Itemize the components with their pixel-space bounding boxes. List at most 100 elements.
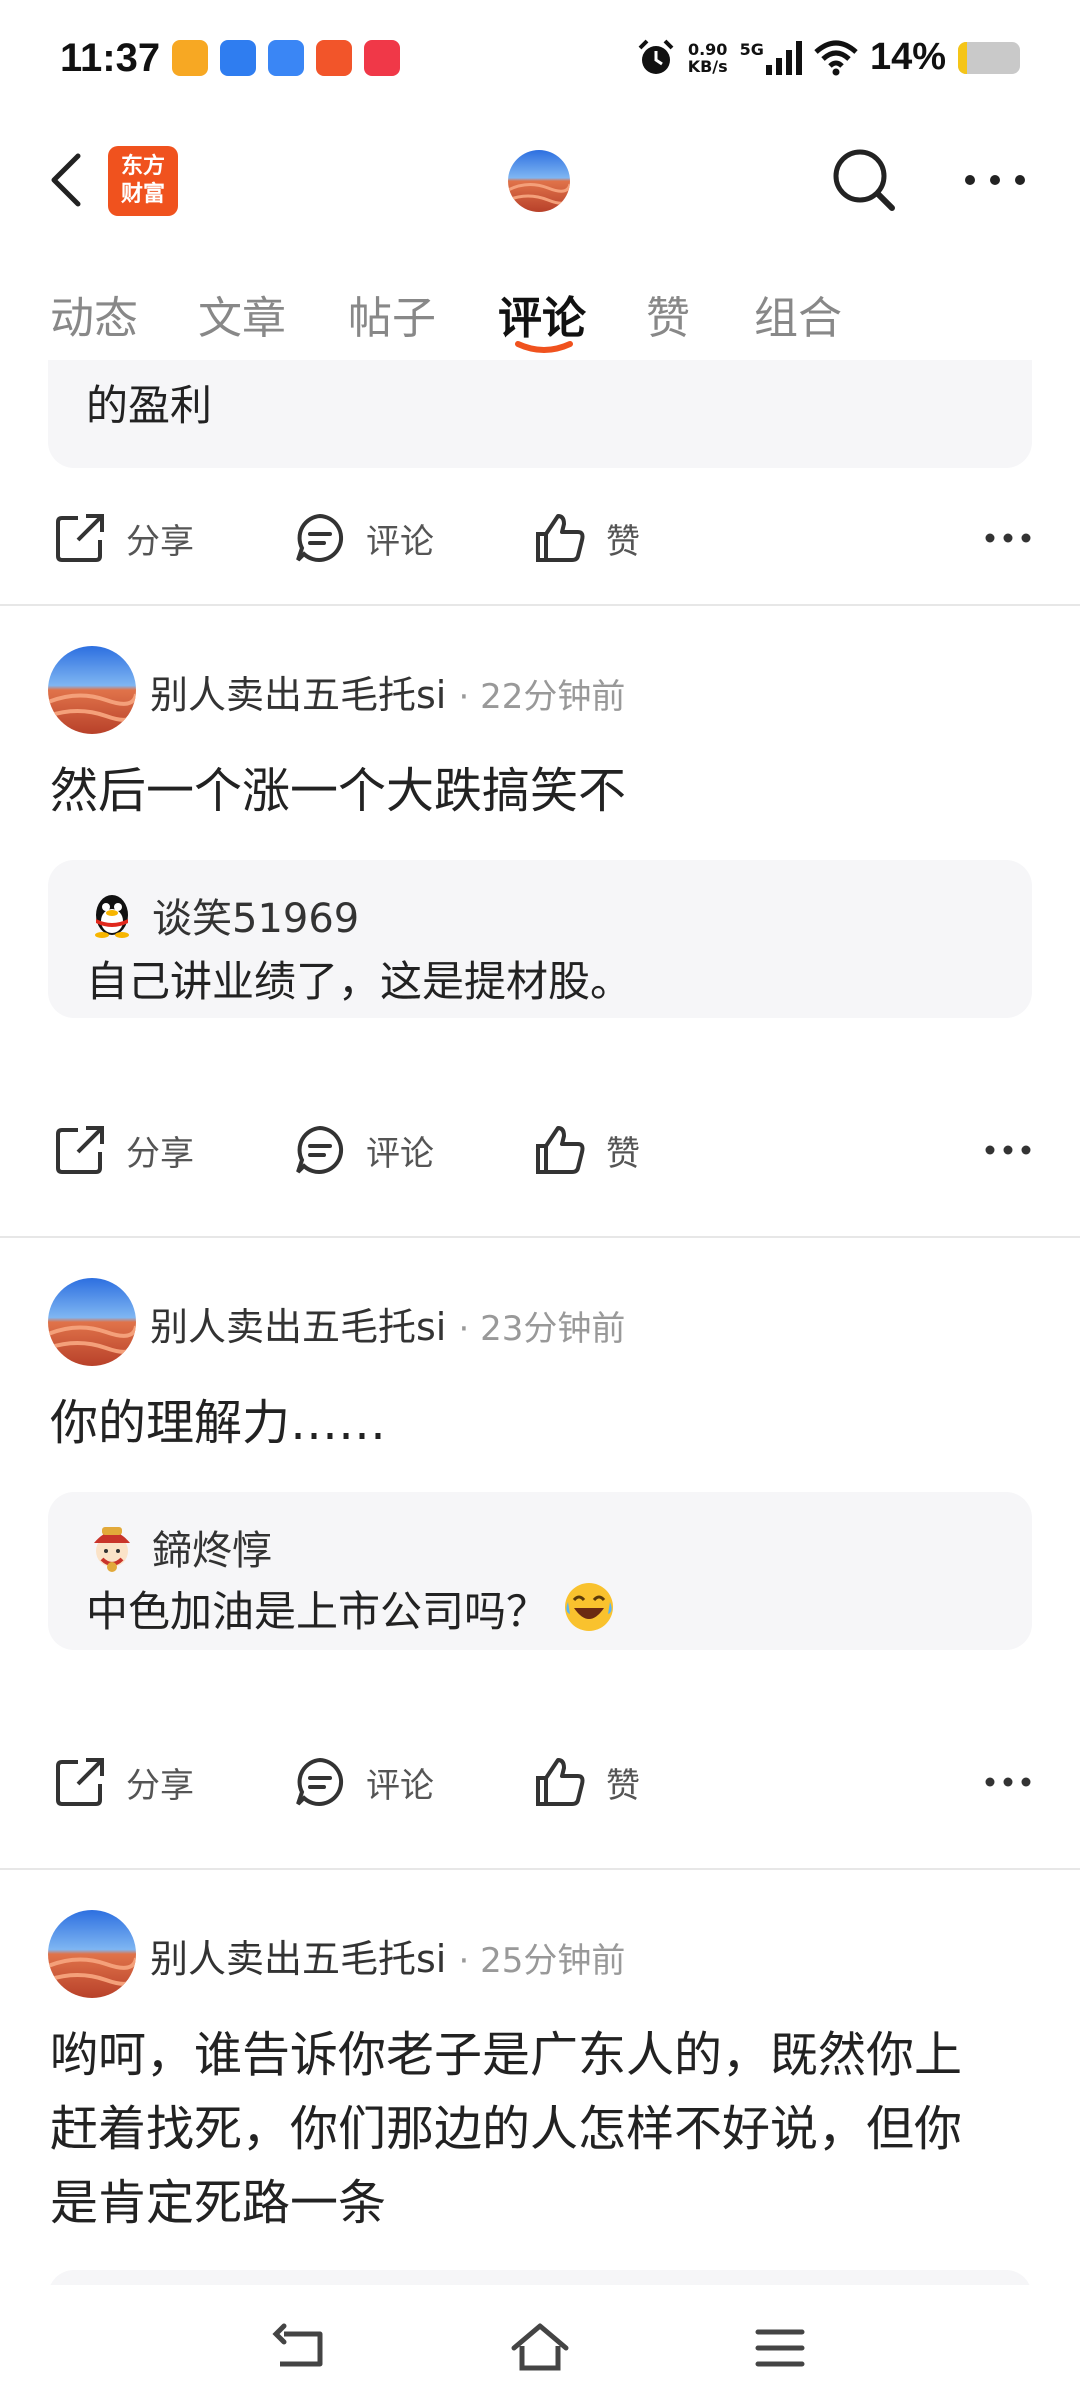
post-text: 然后一个涨一个大跌搞笑不 — [50, 763, 627, 819]
post-username[interactable]: 别人卖出五毛托si · 23分钟前 — [150, 1296, 625, 1351]
back-nav-icon[interactable] — [270, 2318, 334, 2378]
brand-logo[interactable]: 东方财富 — [108, 146, 178, 216]
share-button[interactable]: 分享 — [52, 1122, 194, 1178]
comment-label: 评论 — [366, 1133, 434, 1174]
battery-icon — [958, 41, 1020, 74]
tab-dynamics[interactable]: 动态 — [50, 282, 138, 346]
comment-button[interactable]: 评论 — [292, 510, 434, 566]
qq-penguin-icon — [95, 895, 129, 938]
like-label: 赞 — [606, 521, 640, 562]
active-tab-indicator — [515, 341, 573, 353]
cellular-signal: 5G — [739, 39, 802, 75]
divider — [0, 604, 1080, 606]
more-options-icon[interactable] — [984, 1772, 1032, 1792]
quoted-comment[interactable]: 鍗炵惇 中色加油是上市公司吗？ — [48, 1492, 1032, 1650]
app-notification-icon — [220, 40, 256, 76]
more-options-icon[interactable] — [984, 1140, 1032, 1160]
thumbs-up-icon — [536, 1126, 585, 1174]
network-speed: 0.90 KB/s — [688, 41, 728, 75]
comment-button[interactable]: 评论 — [292, 1122, 434, 1178]
quoted-comment-text: 中色加油是上市公司吗？ — [86, 1587, 549, 1636]
post-username[interactable]: 别人卖出五毛托si · 25分钟前 — [150, 1928, 625, 1983]
post-username[interactable]: 别人卖出五毛托si · 22分钟前 — [150, 664, 625, 719]
status-bar: 11:37 0.90 KB/s 5G 14% — [0, 0, 1080, 120]
search-icon[interactable] — [828, 144, 898, 214]
time-separator: · — [458, 1309, 481, 1349]
user-avatar[interactable] — [48, 1278, 136, 1366]
battery-percent: 14% — [869, 36, 946, 78]
alarm-icon — [638, 39, 674, 74]
divider — [0, 1868, 1080, 1870]
more-icon[interactable] — [960, 160, 1030, 200]
fortune-mascot-icon — [94, 1527, 130, 1572]
notification-app-icons — [172, 40, 400, 76]
more-options-icon[interactable] — [984, 528, 1032, 548]
profile-tabs: 动态 文章 帖子 评论 赞 组合 — [0, 270, 1080, 360]
thumbs-up-icon — [536, 514, 585, 562]
signal-icon — [765, 40, 802, 75]
quoted-comment[interactable] — [48, 2270, 1032, 2285]
comment-button[interactable]: 评论 — [292, 1754, 434, 1810]
user-avatar[interactable] — [48, 646, 136, 734]
like-button[interactable]: 赞 — [532, 1122, 640, 1178]
quoted-comment[interactable]: 谈笑51969 自己讲业绩了，这是提材股。 — [48, 860, 1032, 1018]
quoted-username: 鍗炵惇 — [152, 1528, 272, 1574]
app-notification-icon — [364, 40, 400, 76]
post-time: 22分钟前 — [480, 677, 626, 717]
post-time: 23分钟前 — [480, 1309, 626, 1349]
like-button[interactable]: 赞 — [532, 510, 640, 566]
time-separator: · — [458, 1941, 481, 1981]
share-button[interactable]: 分享 — [52, 1754, 194, 1810]
quoted-comment[interactable]: 的盈利 — [48, 360, 1032, 468]
comment-icon — [296, 513, 344, 562]
user-avatar[interactable] — [48, 1910, 136, 1998]
comment-feed: 的盈利 分享 评论 赞 别人卖出五毛托si · 22分钟前 然后一个涨一个大跌搞… — [0, 360, 1080, 2285]
tab-posts[interactable]: 帖子 — [348, 282, 436, 346]
app-notification-icon — [268, 40, 304, 76]
share-label: 分享 — [126, 1133, 194, 1174]
system-navigation-bar — [0, 2290, 1080, 2408]
post-text: 你的理解力…… — [50, 1395, 387, 1451]
post-text-line: 赶着找死，你们那边的人怎样不好说，但你 — [50, 2101, 963, 2157]
menu-nav-icon[interactable] — [748, 2318, 812, 2378]
divider — [0, 1236, 1080, 1238]
tab-portfolio[interactable]: 组合 — [754, 282, 842, 346]
share-icon — [56, 514, 104, 562]
time-separator: · — [458, 677, 481, 717]
post-time: 25分钟前 — [480, 1941, 626, 1981]
share-icon — [56, 1126, 104, 1174]
profile-avatar[interactable] — [508, 150, 570, 212]
quoted-comment-text-row: 中色加油是上市公司吗？ — [86, 1578, 616, 1639]
quoted-user: 鍗炵惇 — [86, 1518, 272, 1576]
status-time: 11:37 — [60, 36, 161, 80]
comment-icon — [296, 1125, 344, 1174]
home-nav-icon[interactable] — [508, 2318, 572, 2378]
comment-label: 评论 — [366, 521, 434, 562]
tab-articles[interactable]: 文章 — [198, 282, 286, 346]
like-button[interactable]: 赞 — [532, 1754, 640, 1810]
quoted-comment-text: 自己讲业绩了，这是提材股。 — [86, 957, 633, 1006]
like-label: 赞 — [606, 1765, 640, 1806]
back-arrow-icon[interactable] — [44, 148, 88, 212]
tab-comments[interactable]: 评论 — [498, 282, 586, 346]
like-label: 赞 — [606, 1133, 640, 1174]
quoted-comment-text: 的盈利 — [86, 381, 213, 430]
tab-likes[interactable]: 赞 — [646, 282, 690, 346]
app-notification-icon — [316, 40, 352, 76]
post-text: 哟呵，谁告诉你老子是广东人的，既然你上 赶着找死，你们那边的人怎样不好说，但你 … — [50, 2018, 1040, 2240]
network-type: 5G — [739, 39, 764, 59]
app-notification-icon — [172, 40, 208, 76]
username-text: 别人卖出五毛托si — [150, 673, 447, 717]
share-button[interactable]: 分享 — [52, 510, 194, 566]
battery-level — [958, 41, 967, 74]
quoted-user: 谈笑51969 — [86, 886, 359, 944]
network-speed-unit: KB/s — [687, 56, 728, 76]
share-label: 分享 — [126, 521, 194, 562]
thumbs-up-icon — [536, 1758, 585, 1806]
top-header: 东方财富 — [0, 130, 1080, 230]
username-text: 别人卖出五毛托si — [150, 1937, 447, 1981]
laughing-crying-emoji-icon — [565, 1583, 614, 1631]
share-label: 分享 — [126, 1765, 194, 1806]
post-text-line: 是肯定死路一条 — [50, 2175, 387, 2231]
wifi-icon — [814, 40, 858, 75]
